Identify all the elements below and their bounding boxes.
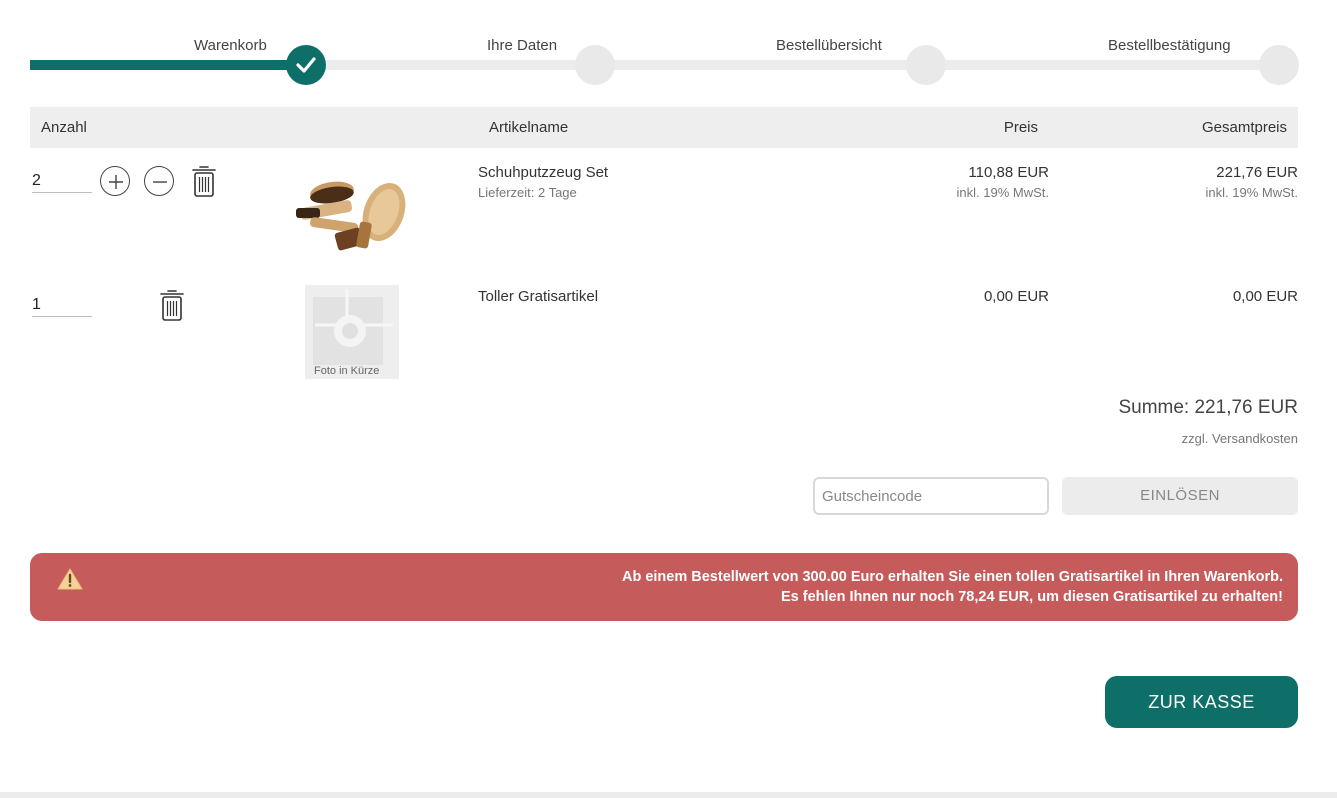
alert-message-line2: Es fehlen Ihnen nur noch 78,24 EUR, um d… — [781, 589, 1283, 605]
shoe-brush-set-image — [296, 181, 406, 251]
coupon-code-input[interactable] — [813, 477, 1049, 515]
header-preis: Preis — [1003, 119, 1038, 136]
increase-quantity-button[interactable] — [100, 166, 130, 196]
progress-fill — [30, 60, 306, 70]
product-name-row1[interactable]: Schuhputzzeug Set — [478, 164, 608, 181]
placeholder-caption: Foto in Kürze — [314, 365, 380, 377]
warning-icon — [57, 568, 83, 590]
step-warenkorb-done[interactable] — [286, 45, 326, 85]
unit-price-tax-row1: inkl. 19% MwSt. — [956, 185, 1049, 200]
header-artikelname: Artikelname — [489, 119, 569, 136]
step-bestellbestaetigung — [1259, 45, 1299, 85]
free-item-alert: Ab einem Bestellwert von 300.00 Euro erh… — [30, 553, 1298, 621]
unit-price-row1: 110,88 EUR — [968, 164, 1049, 181]
shipping-note: zzgl. Versandkosten — [1181, 431, 1298, 446]
header-anzahl: Anzahl — [41, 119, 87, 136]
step-label-bestellbestaetigung: Bestellbestätigung — [1108, 37, 1231, 54]
footer-divider — [0, 792, 1337, 798]
total-price-row2: 0,00 EUR — [1232, 288, 1298, 305]
trash-icon — [160, 290, 184, 321]
product-name-row2[interactable]: Toller Gratisartikel — [478, 288, 598, 305]
step-label-ihre-daten: Ihre Daten — [487, 37, 558, 54]
checkout-button[interactable]: ZUR KASSE — [1105, 676, 1298, 728]
delivery-time-row1: Lieferzeit: 2 Tage — [478, 185, 577, 200]
plus-icon — [109, 175, 123, 189]
product-image-shoe-brush-set[interactable] — [292, 170, 412, 258]
cart-sum: Summe: 221,76 EUR — [1118, 397, 1298, 418]
redeem-coupon-button[interactable]: EINLÖSEN — [1062, 477, 1298, 515]
unit-price-row2: 0,00 EUR — [983, 288, 1049, 305]
total-price-row1: 221,76 EUR — [1216, 164, 1298, 181]
step-bestelluebersicht — [906, 45, 946, 85]
total-price-tax-row1: inkl. 19% MwSt. — [1205, 185, 1298, 200]
minus-icon — [153, 181, 167, 183]
quantity-input-row1[interactable]: 2 — [32, 172, 92, 193]
step-label-bestelluebersicht: Bestellübersicht — [776, 37, 882, 54]
product-image-placeholder[interactable]: Foto in Kürze — [305, 285, 399, 379]
step-label-warenkorb: Warenkorb — [194, 37, 267, 54]
trash-icon — [192, 166, 216, 197]
header-gesamtpreis: Gesamtpreis — [1201, 119, 1287, 136]
step-ihre-daten — [575, 45, 615, 85]
delete-item-button-row1[interactable] — [190, 164, 218, 198]
quantity-input-row2[interactable]: 1 — [32, 296, 92, 317]
decrease-quantity-button[interactable] — [144, 166, 174, 196]
delete-item-button-row2[interactable] — [158, 288, 186, 322]
cart-table-header — [30, 107, 1298, 148]
check-icon — [296, 57, 316, 73]
alert-message-line1: Ab einem Bestellwert von 300.00 Euro erh… — [621, 569, 1283, 585]
